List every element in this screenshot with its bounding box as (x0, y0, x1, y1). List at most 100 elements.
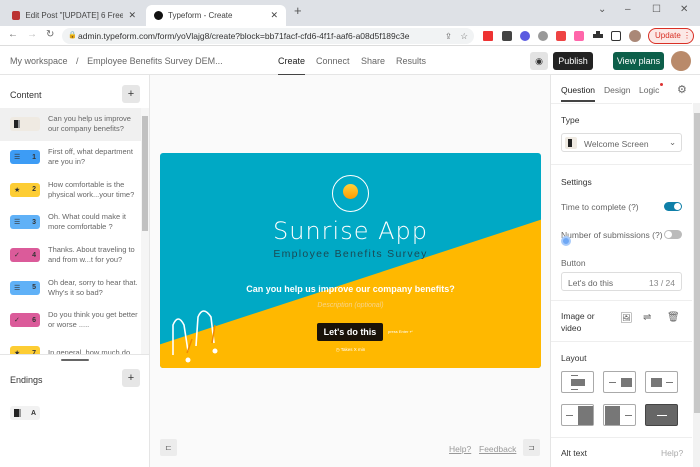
maximize-icon[interactable]: ☐ (652, 4, 661, 15)
question-list-item[interactable]: ★ 7 In general, how much do (0, 337, 141, 354)
forward-icon[interactable]: → (27, 29, 37, 40)
extension-icon[interactable] (520, 31, 530, 41)
share-icon[interactable]: ⇪ (445, 28, 452, 44)
update-button[interactable]: Update ⋮ (648, 28, 694, 44)
close-tab-icon[interactable]: ✕ (270, 10, 278, 21)
tab-connect[interactable]: Connect (316, 56, 350, 66)
welcome-screen-preview[interactable]: Sunrise App Employee Benefits Survey Can… (160, 153, 541, 368)
layout-option-stack[interactable] (561, 371, 594, 393)
tab-design[interactable]: Design (604, 85, 630, 95)
image-video-label: Image or video (561, 311, 595, 333)
trash-icon[interactable]: 🗑 (667, 312, 680, 323)
tab-title: Edit Post "[UPDATE] 6 Free Altern (25, 11, 124, 20)
preview-eye-button[interactable]: ◉ (530, 52, 548, 70)
lets-do-this-button[interactable]: Let's do this (317, 323, 383, 341)
question-list-item[interactable]: ★ 2 How comfortable is the physical work..… (0, 173, 141, 206)
new-tab-icon[interactable]: + (294, 3, 302, 18)
extension-icon[interactable] (483, 31, 493, 41)
chevron-down-icon[interactable]: ⌄ (598, 4, 606, 15)
resize-handle[interactable] (61, 359, 89, 361)
time-estimate-text: Takes X min (340, 347, 366, 352)
avatar[interactable] (671, 51, 691, 71)
feedback-link[interactable]: Feedback (479, 444, 516, 454)
question-list-item[interactable]: ✓ 6 Do you think you get better or worse .… (0, 304, 141, 337)
content-title: Content (10, 90, 42, 100)
ending-label: A (30, 409, 36, 417)
question-list-item[interactable]: ☰ 1 First off, what department are you in? (0, 141, 141, 174)
scrollbar[interactable] (693, 103, 700, 467)
browser-tab[interactable]: Edit Post "[UPDATE] 6 Free Altern ✕ (4, 5, 144, 26)
layout-option-background-selected[interactable] (645, 404, 678, 426)
layout-option-right-small[interactable] (603, 371, 636, 393)
browser-tab-active[interactable]: Typeform - Create ✕ (146, 5, 286, 26)
sliders-icon[interactable]: ⇌ (643, 312, 651, 323)
time-to-complete-toggle[interactable] (664, 202, 682, 211)
close-window-icon[interactable]: ✕ (680, 4, 688, 15)
extension-icon[interactable] (574, 31, 584, 41)
content-panel: Content + Can you help us improve our co… (0, 75, 150, 467)
extension-icon[interactable] (502, 31, 512, 41)
question-text: Oh. What could make it more comfortable … (48, 212, 126, 232)
question-type-badge: ✓ 6 (10, 313, 40, 328)
breadcrumb-form-name[interactable]: Employee Benefits Survey DEM... (87, 56, 223, 66)
question-list-item[interactable]: ☰ 3 Oh. What could make it more comfortabl… (0, 206, 141, 239)
star-rating-icon: ★ (14, 186, 21, 194)
welcome-screen-icon (565, 137, 577, 149)
view-plans-button[interactable]: View plans (613, 52, 664, 70)
divider (0, 354, 150, 355)
tab-share[interactable]: Share (361, 56, 385, 66)
button-text-input[interactable]: Let's do this 13 / 24 (561, 272, 682, 291)
extension-icon[interactable] (556, 31, 566, 41)
alt-text-help-link[interactable]: Help? (661, 448, 683, 458)
breadcrumb-separator: / (76, 56, 79, 66)
site-favicon-icon (12, 11, 21, 20)
add-ending-button[interactable]: + (122, 369, 140, 387)
question-list-item[interactable]: ☰ 5 Oh dear, sorry to hear that. Why's it … (0, 271, 141, 304)
tab-create[interactable]: Create (278, 56, 306, 76)
publish-button[interactable]: Publish (553, 52, 593, 70)
puzzle-extensions-icon[interactable] (593, 31, 603, 38)
button-label: Button (561, 258, 586, 268)
tab-results[interactable]: Results (396, 56, 426, 66)
dropdown-icon: ☰ (14, 154, 21, 162)
breadcrumb-workspace[interactable]: My workspace (10, 56, 68, 66)
minimize-icon[interactable]: – (625, 4, 631, 15)
type-label: Type (561, 115, 580, 125)
reload-icon[interactable]: ↻ (46, 29, 54, 40)
question-list-item[interactable]: ✓ 4 Thanks. About traveling to and from w.… (0, 239, 141, 272)
ending-item[interactable]: A (10, 406, 40, 420)
tab-logic[interactable]: Logic (639, 85, 659, 95)
panel-collapse-icon: ⊐ (528, 443, 535, 452)
tab-title: Typeform - Create (168, 11, 233, 20)
url-input[interactable]: 🔒 admin.typeform.com/form/yoVlajg8/creat… (62, 28, 474, 44)
panel-collapse-icon: ⊏ (165, 443, 172, 452)
tab-question[interactable]: Question (561, 85, 595, 95)
scrollbar[interactable] (141, 108, 149, 354)
question-type-badge: ★ 2 (10, 182, 40, 197)
side-panel-icon[interactable] (611, 31, 621, 41)
layout-option-left-split[interactable] (603, 404, 636, 426)
question-title[interactable]: Can you help us improve our company bene… (160, 284, 541, 294)
image-icon[interactable]: 🖼 (620, 313, 633, 324)
layout-option-left-small[interactable] (645, 371, 678, 393)
collapse-left-panel-button[interactable]: ⊏ (160, 439, 177, 456)
time-to-complete-label: Time to complete (?) (561, 202, 639, 212)
extension-icon[interactable] (538, 31, 548, 41)
profile-avatar[interactable] (629, 30, 641, 42)
address-bar: ← → ↻ 🔒 admin.typeform.com/form/yoVlajg8… (0, 26, 700, 46)
close-tab-icon[interactable]: ✕ (128, 10, 136, 21)
bookmark-star-icon[interactable]: ☆ (460, 28, 468, 44)
add-question-button[interactable]: + (122, 85, 140, 103)
gear-icon[interactable]: ⚙ (677, 83, 687, 96)
checkmark-icon: ✓ (14, 252, 20, 260)
help-link[interactable]: Help? (449, 444, 471, 454)
question-type-select[interactable]: Welcome Screen ⌄ (561, 133, 682, 152)
layout-option-right-split[interactable] (561, 404, 594, 426)
submissions-toggle[interactable] (664, 230, 682, 239)
layout-label: Layout (561, 353, 587, 363)
collapse-right-panel-button[interactable]: ⊐ (523, 439, 540, 456)
question-list-item[interactable]: Can you help us improve our company bene… (0, 108, 141, 141)
checkmark-icon: ✓ (14, 317, 20, 325)
question-text: Can you help us improve our company bene… (48, 114, 131, 134)
back-icon[interactable]: ← (8, 29, 18, 40)
